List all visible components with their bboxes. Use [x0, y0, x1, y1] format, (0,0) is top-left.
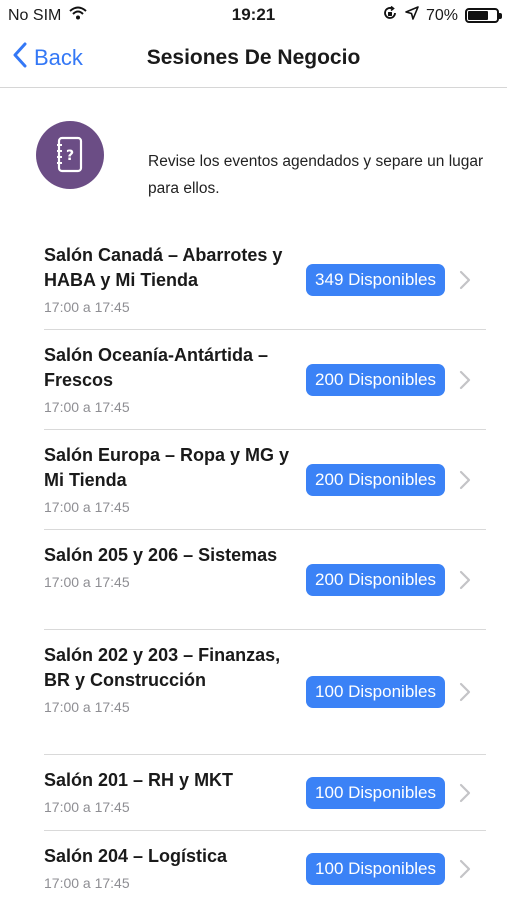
intro-text: Revise los eventos agendados y separe un… — [148, 153, 484, 197]
chevron-right-icon — [459, 682, 471, 702]
chevron-right-icon — [459, 859, 471, 879]
status-bar: No SIM 19:21 70% — [0, 0, 507, 30]
status-right: 70% — [382, 5, 502, 26]
session-row[interactable]: Salón 204 – Logística 17:00 a 17:45 100 Di… — [44, 831, 486, 900]
availability-badge: 200 Disponibles — [306, 563, 445, 596]
session-title: Salón 204 – Logística — [44, 846, 228, 866]
session-time: 17:00 a 17:45 — [44, 299, 130, 315]
location-icon — [405, 6, 419, 25]
chevron-right-icon — [459, 783, 471, 802]
session-title: Salón 201 – RH y MKT — [44, 770, 234, 790]
session-row[interactable]: Salón 201 – RH y MKT 17:00 a 17:45 100 Dis… — [44, 755, 486, 831]
session-title: Salón Canadá – Abarrotes y HABA y Mi Tie… — [44, 245, 283, 290]
chevron-right-icon — [459, 470, 471, 489]
orientation-lock-icon — [382, 5, 398, 26]
session-row[interactable]: Salón Canadá – Abarrotes y HABA y Mi Tie… — [44, 230, 486, 330]
availability-badge: 200 Disponibles — [306, 463, 445, 496]
chevron-right-icon — [459, 370, 471, 389]
battery-icon — [465, 8, 502, 23]
question-book-icon: ? — [36, 121, 104, 189]
chevron-right-icon — [459, 570, 471, 589]
session-title: Salón 202 y 203 – Finanzas, BR y Constru… — [44, 645, 281, 690]
session-title: Salón Europa – Ropa y MG y Mi Tienda — [44, 445, 290, 490]
session-list: Salón Canadá – Abarrotes y HABA y Mi Tie… — [44, 230, 486, 900]
session-row[interactable]: Salón Oceanía-Antártida – Frescos 17:00 a… — [44, 330, 486, 430]
session-time: 17:00 a 17:45 — [44, 499, 130, 515]
availability-badge: 200 Disponibles — [306, 363, 445, 396]
session-row[interactable]: Salón 202 y 203 – Finanzas, BR y Constru… — [44, 630, 486, 755]
session-row[interactable]: Salón 205 y 206 – Sistemas 17:00 a 17:45 2… — [44, 530, 486, 630]
page-title: Sesiones De Negocio — [146, 46, 361, 69]
session-title: Salón 205 y 206 – Sistemas — [44, 545, 278, 565]
availability-badge: 100 Disponibles — [306, 776, 445, 809]
battery-fill — [468, 11, 488, 20]
intro-section: ? Revise los eventos agendados y separe … — [36, 118, 486, 198]
navigation-bar: Back Sesiones De Negocio — [0, 30, 507, 88]
svg-text:?: ? — [66, 148, 74, 164]
session-title: Salón Oceanía-Antártida – Frescos — [44, 345, 269, 390]
session-row[interactable]: Salón Europa – Ropa y MG y Mi Tienda 17:0… — [44, 430, 486, 530]
session-time: 17:00 a 17:45 — [44, 399, 130, 415]
availability-badge: 100 Disponibles — [306, 676, 445, 708]
battery-percent: 70% — [425, 6, 458, 24]
availability-badge: 100 Disponibles — [306, 853, 445, 885]
availability-badge: 349 Disponibles — [306, 263, 445, 296]
chevron-right-icon — [459, 270, 471, 289]
